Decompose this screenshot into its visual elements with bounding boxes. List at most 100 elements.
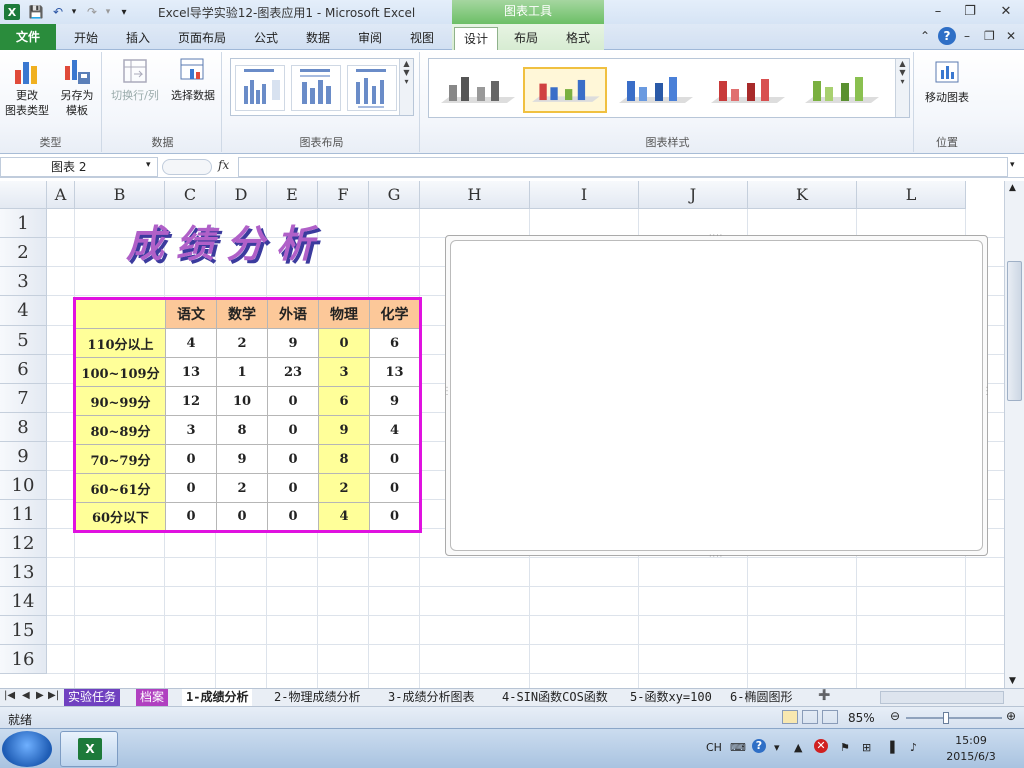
name-box-dropdown-icon[interactable]: ▾ [146, 160, 151, 170]
volume-icon[interactable]: ♪ [910, 741, 917, 754]
row-header-7[interactable]: 7 [0, 384, 47, 413]
save-icon[interactable]: 💾 [28, 4, 44, 20]
row-label-cell[interactable]: 70~79分 [74, 444, 166, 474]
insert-sheet-icon[interactable]: ➕ [818, 690, 830, 701]
excel-logo-icon[interactable]: X [4, 4, 20, 20]
chart-layout-2-thumbnail[interactable] [291, 65, 341, 111]
score-cell[interactable]: 9 [318, 415, 370, 445]
sheet-tab-ellipse[interactable]: 6-椭圆图形 [726, 689, 796, 706]
chart-plot-area[interactable] [450, 240, 983, 551]
row-label-cell[interactable]: 60~61分 [74, 473, 166, 503]
chart-resize-handle-left[interactable]: ··· [442, 386, 451, 397]
score-cell[interactable]: 0 [369, 502, 421, 532]
select-data-button[interactable]: 选择数据 [166, 56, 220, 103]
insert-function-icon[interactable]: fx [218, 158, 229, 172]
prev-sheet-icon[interactable]: ◀ [22, 690, 30, 701]
minimize-icon[interactable]: – [926, 2, 950, 20]
column-header-k[interactable]: K [748, 181, 857, 209]
sheet-tab-physics-analysis[interactable]: 2-物理成绩分析 [270, 689, 364, 706]
chart-styles-gallery[interactable]: ▲ ▼ ▾ [428, 58, 910, 118]
score-cell[interactable]: 13 [369, 357, 421, 387]
undo-icon[interactable]: ↶ [50, 4, 66, 20]
embedded-chart-2[interactable]: ···· ···· ··· ··· [442, 231, 991, 561]
action-center-icon[interactable]: ⚑ [840, 741, 850, 754]
chart-style-multicolor-thumbnail[interactable] [523, 67, 607, 113]
row-label-cell[interactable]: 80~89分 [74, 415, 166, 445]
vertical-scrollbar[interactable]: ▲ ▼ [1004, 181, 1024, 688]
help-icon[interactable]: ? [938, 27, 956, 45]
tab-data[interactable]: 数据 [294, 27, 342, 50]
first-sheet-icon[interactable]: |◀ [4, 690, 15, 701]
workbook-restore-icon[interactable]: ❐ [984, 29, 995, 43]
page-layout-view-icon[interactable] [802, 710, 818, 724]
zoom-level[interactable]: 85% [848, 711, 875, 725]
score-cell[interactable]: 23 [267, 357, 319, 387]
header-foreign-language[interactable]: 外语 [267, 298, 319, 329]
row-header-16[interactable]: 16 [0, 645, 47, 674]
column-header-f[interactable]: F [318, 181, 369, 209]
score-cell[interactable]: 0 [267, 415, 319, 445]
score-cell[interactable]: 0 [267, 502, 319, 532]
row-header-10[interactable]: 10 [0, 471, 47, 500]
row-header-5[interactable]: 5 [0, 326, 47, 355]
row-label-cell[interactable]: 100~109分 [74, 357, 166, 387]
chart-resize-handle-top[interactable]: ···· [709, 231, 723, 240]
chart-style-green-thumbnail[interactable] [799, 67, 883, 113]
score-cell[interactable]: 4 [165, 328, 217, 358]
score-cell[interactable]: 0 [369, 444, 421, 474]
zoom-in-icon[interactable]: ⊕ [1006, 709, 1016, 723]
row-label-cell[interactable]: 60分以下 [74, 502, 166, 532]
sheet-title-wordart[interactable]: 成绩分析 [126, 213, 326, 268]
row-header-8[interactable]: 8 [0, 413, 47, 442]
chart-layout-1-thumbnail[interactable] [235, 65, 285, 111]
column-header-g[interactable]: G [369, 181, 420, 209]
score-cell[interactable]: 8 [318, 444, 370, 474]
chart-resize-handle-bottom[interactable]: ···· [709, 552, 723, 561]
customize-qat-icon[interactable]: ▾ [116, 4, 132, 20]
sheet-tab-sin-cos[interactable]: 4-SIN函数COS函数 [498, 689, 612, 706]
row-label-cell[interactable]: 90~99分 [74, 386, 166, 416]
undo-dropdown-icon[interactable]: ▾ [66, 4, 82, 20]
score-cell[interactable]: 2 [318, 473, 370, 503]
column-header-h[interactable]: H [420, 181, 530, 209]
chart-style-blue-thumbnail[interactable] [613, 67, 697, 113]
score-cell[interactable]: 0 [267, 386, 319, 416]
keyboard-icon[interactable]: ⌨ [730, 741, 746, 754]
score-cell[interactable]: 0 [216, 502, 268, 532]
sheet-tab-score-analysis[interactable]: 1-成绩分析 [182, 689, 253, 706]
row-header-2[interactable]: 2 [0, 238, 47, 267]
workbook-close-icon[interactable]: ✕ [1006, 29, 1016, 43]
scroll-up-icon[interactable]: ▲ [1009, 183, 1016, 193]
row-header-13[interactable]: 13 [0, 558, 47, 587]
column-header-j[interactable]: J [639, 181, 748, 209]
header-physics[interactable]: 物理 [318, 298, 370, 329]
header-math[interactable]: 数学 [216, 298, 268, 329]
last-sheet-icon[interactable]: ▶| [48, 690, 59, 701]
row-header-9[interactable]: 9 [0, 442, 47, 471]
column-header-i[interactable]: I [530, 181, 639, 209]
windows-flag-icon[interactable]: ⊞ [862, 741, 871, 754]
security-alert-icon[interactable]: ✕ [814, 739, 828, 753]
row-header-4[interactable]: 4 [0, 296, 47, 326]
sheet-tab-xy-function[interactable]: 5-函数xy=100 [626, 689, 716, 706]
move-chart-button[interactable]: 移动图表 [918, 58, 976, 105]
row-header-15[interactable]: 15 [0, 616, 47, 645]
score-cell[interactable]: 4 [369, 415, 421, 445]
column-header-e[interactable]: E [267, 181, 318, 209]
score-cell[interactable]: 6 [369, 328, 421, 358]
sheet-tab-score-chart[interactable]: 3-成绩分析图表 [384, 689, 478, 706]
tab-layout[interactable]: 布局 [504, 27, 548, 50]
score-cell[interactable]: 6 [318, 386, 370, 416]
zoom-slider[interactable] [906, 717, 1002, 719]
column-header-c[interactable]: C [165, 181, 216, 209]
table-corner-cell[interactable] [74, 298, 166, 329]
page-break-view-icon[interactable] [822, 710, 838, 724]
name-box[interactable]: 图表 2 [0, 157, 158, 177]
start-button-icon[interactable] [2, 731, 52, 767]
sheet-tab-archive[interactable]: 档案 [136, 689, 169, 706]
row-header-3[interactable]: 3 [0, 267, 47, 296]
score-cell[interactable]: 0 [165, 473, 217, 503]
layout-gallery-scroll[interactable]: ▲ ▼ ▾ [399, 59, 413, 115]
score-cell[interactable]: 3 [165, 415, 217, 445]
network-icon[interactable]: ▐ [886, 741, 894, 754]
